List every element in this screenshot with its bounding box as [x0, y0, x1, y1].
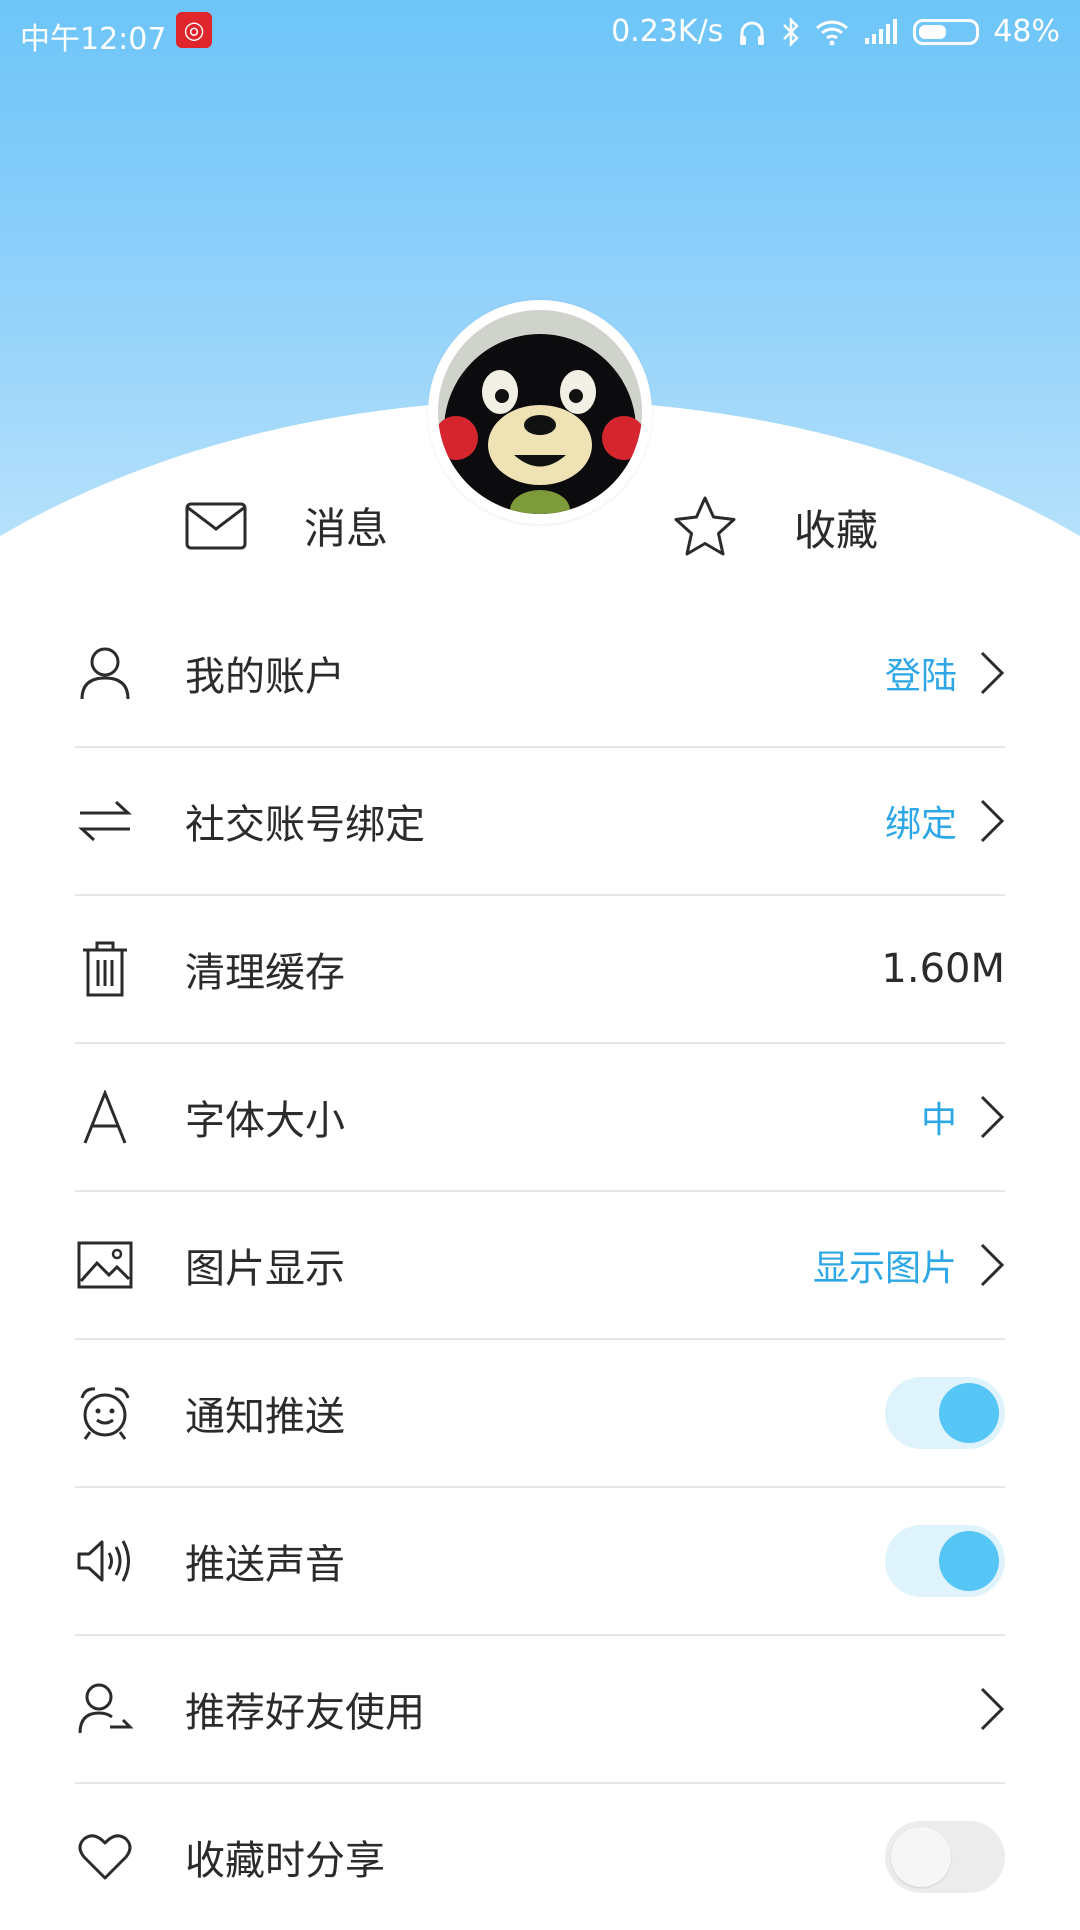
font-size-value[interactable]: 中 — [921, 1091, 957, 1143]
messages-label: 消息 — [304, 504, 389, 553]
menu-item-right — [979, 1686, 1005, 1732]
user-share-icon — [75, 1679, 135, 1739]
signal-icon — [865, 18, 898, 44]
star-icon — [674, 496, 736, 556]
favorites-label: 收藏 — [794, 505, 879, 555]
status-time: 中午12:07 — [20, 22, 167, 57]
menu-item-right: 绑定 — [885, 795, 1005, 847]
envelope-icon — [185, 502, 247, 549]
chevron-right-icon — [980, 1095, 1005, 1139]
settings-menu: 我的账户 登陆 社交账号绑定 绑定 清理缓存 1.60M 字体大小 中 图片显示… — [75, 600, 1005, 1930]
login-link[interactable]: 登陆 — [885, 647, 957, 699]
alarm-clock-icon — [75, 1383, 135, 1443]
push-notification-toggle[interactable] — [885, 1377, 1005, 1449]
wifi-icon — [816, 20, 849, 45]
bluetooth-icon — [783, 16, 800, 47]
chevron-right-icon — [980, 651, 1005, 695]
avatar-image — [438, 310, 642, 514]
menu-item-font-size[interactable]: 字体大小 中 — [75, 1044, 1005, 1192]
menu-item-clear-cache[interactable]: 清理缓存 1.60M — [75, 896, 1005, 1044]
bind-link[interactable]: 绑定 — [885, 795, 957, 847]
menu-item-label: 收藏时分享 — [185, 1838, 385, 1884]
menu-item-label: 字体大小 — [185, 1098, 345, 1144]
menu-item-right: 登陆 — [885, 647, 1005, 699]
swap-arrows-icon — [75, 791, 135, 851]
image-icon — [75, 1235, 135, 1295]
menu-item-label: 通知推送 — [185, 1394, 345, 1440]
user-icon — [75, 643, 135, 703]
menu-item-social-binding[interactable]: 社交账号绑定 绑定 — [75, 748, 1005, 896]
push-sound-toggle[interactable] — [885, 1525, 1005, 1597]
menu-item-label: 图片显示 — [185, 1246, 345, 1292]
chevron-right-icon — [980, 799, 1005, 843]
speaker-icon — [75, 1531, 135, 1591]
menu-item-label: 社交账号绑定 — [185, 802, 425, 848]
menu-item-right: 1.60M — [881, 946, 1005, 992]
avatar[interactable] — [428, 300, 652, 524]
image-display-value[interactable]: 显示图片 — [813, 1239, 957, 1291]
menu-item-label: 推送声音 — [185, 1542, 345, 1588]
trash-icon — [75, 939, 135, 999]
menu-item-right — [885, 1525, 1005, 1597]
font-icon — [75, 1087, 135, 1147]
battery-icon — [913, 18, 980, 45]
headset-icon — [740, 21, 765, 45]
menu-item-label: 清理缓存 — [185, 950, 345, 996]
chevron-right-icon — [980, 1687, 1005, 1731]
menu-item-label: 我的账户 — [185, 654, 345, 700]
menu-item-share-on-favorite[interactable]: 收藏时分享 — [75, 1784, 1005, 1930]
menu-item-right: 显示图片 — [813, 1239, 1005, 1291]
menu-item-right — [885, 1377, 1005, 1449]
status-bar: 中午12:07 ◎ 0.23K/s 48% — [0, 0, 1080, 64]
favorites-link[interactable]: 收藏 — [672, 495, 878, 559]
menu-item-push-sound[interactable]: 推送声音 — [75, 1488, 1005, 1636]
messages-link[interactable]: 消息 — [184, 495, 388, 556]
menu-item-recommend-friends[interactable]: 推荐好友使用 — [75, 1636, 1005, 1784]
heart-icon — [75, 1827, 135, 1887]
share-on-favorite-toggle[interactable] — [885, 1821, 1005, 1893]
status-right: 0.23K/s 48% — [611, 14, 1060, 49]
menu-item-right — [885, 1821, 1005, 1893]
menu-item-image-display[interactable]: 图片显示 显示图片 — [75, 1192, 1005, 1340]
network-speed: 0.23K/s — [611, 14, 724, 49]
cache-size: 1.60M — [881, 946, 1005, 992]
menu-item-my-account[interactable]: 我的账户 登陆 — [75, 600, 1005, 748]
menu-item-push-notifications[interactable]: 通知推送 — [75, 1340, 1005, 1488]
battery-level: 48% — [993, 14, 1060, 49]
menu-item-right: 中 — [921, 1091, 1005, 1143]
chevron-right-icon — [980, 1243, 1005, 1287]
netease-music-icon: ◎ — [176, 12, 212, 48]
menu-item-label: 推荐好友使用 — [185, 1690, 425, 1736]
